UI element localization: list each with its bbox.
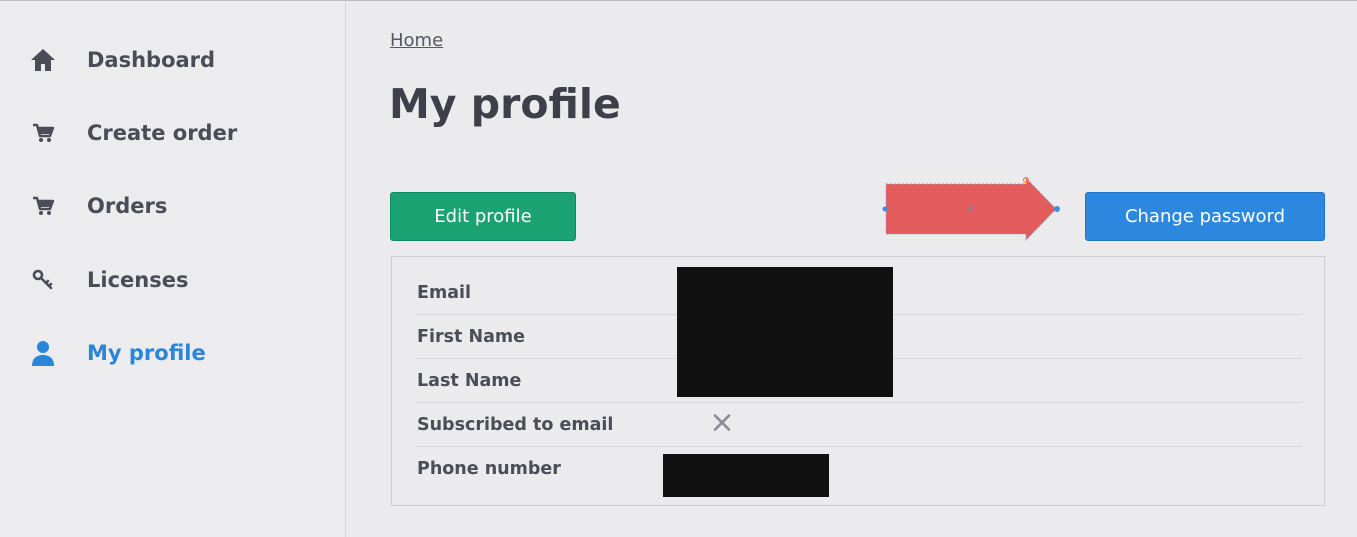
home-icon — [28, 45, 58, 75]
sidebar-item-dashboard[interactable]: Dashboard — [0, 38, 346, 82]
field-label: Subscribed to email — [417, 414, 614, 435]
field-label: Phone number — [417, 459, 561, 479]
profile-details-panel: Email First Name Last Name Subscribed to… — [391, 256, 1325, 506]
page-title: My profile — [389, 80, 621, 128]
redacted-value-block — [677, 267, 893, 397]
field-label: Last Name — [417, 370, 522, 391]
profile-row-subscribed: Subscribed to email — [416, 403, 1302, 447]
sidebar-item-label: Licenses — [87, 268, 189, 292]
cart-icon — [28, 118, 58, 148]
breadcrumb-home-link[interactable]: Home — [390, 30, 443, 51]
sidebar-item-my-profile[interactable]: My profile — [0, 331, 346, 375]
sidebar-item-licenses[interactable]: Licenses — [0, 258, 346, 302]
field-label: First Name — [417, 326, 526, 347]
sidebar: Dashboard Create order Orders Licenses M… — [0, 1, 346, 537]
sidebar-item-label: Orders — [87, 194, 168, 218]
key-icon — [28, 265, 58, 295]
user-icon — [28, 338, 58, 368]
sidebar-item-label: My profile — [87, 341, 206, 365]
redacted-phone-value — [663, 454, 829, 497]
sidebar-item-orders[interactable]: Orders — [0, 184, 346, 228]
change-password-button[interactable]: Change password — [1085, 192, 1325, 241]
sidebar-item-label: Create order — [87, 121, 238, 145]
annotation-arrow-icon — [882, 176, 1060, 242]
sidebar-item-label: Dashboard — [87, 48, 216, 72]
cart-icon — [28, 191, 58, 221]
sidebar-item-create-order[interactable]: Create order — [0, 111, 346, 155]
field-label: Email — [417, 282, 471, 303]
x-icon — [713, 413, 731, 431]
edit-profile-button[interactable]: Edit profile — [390, 192, 576, 241]
profile-row-phone: Phone number — [416, 447, 1302, 491]
